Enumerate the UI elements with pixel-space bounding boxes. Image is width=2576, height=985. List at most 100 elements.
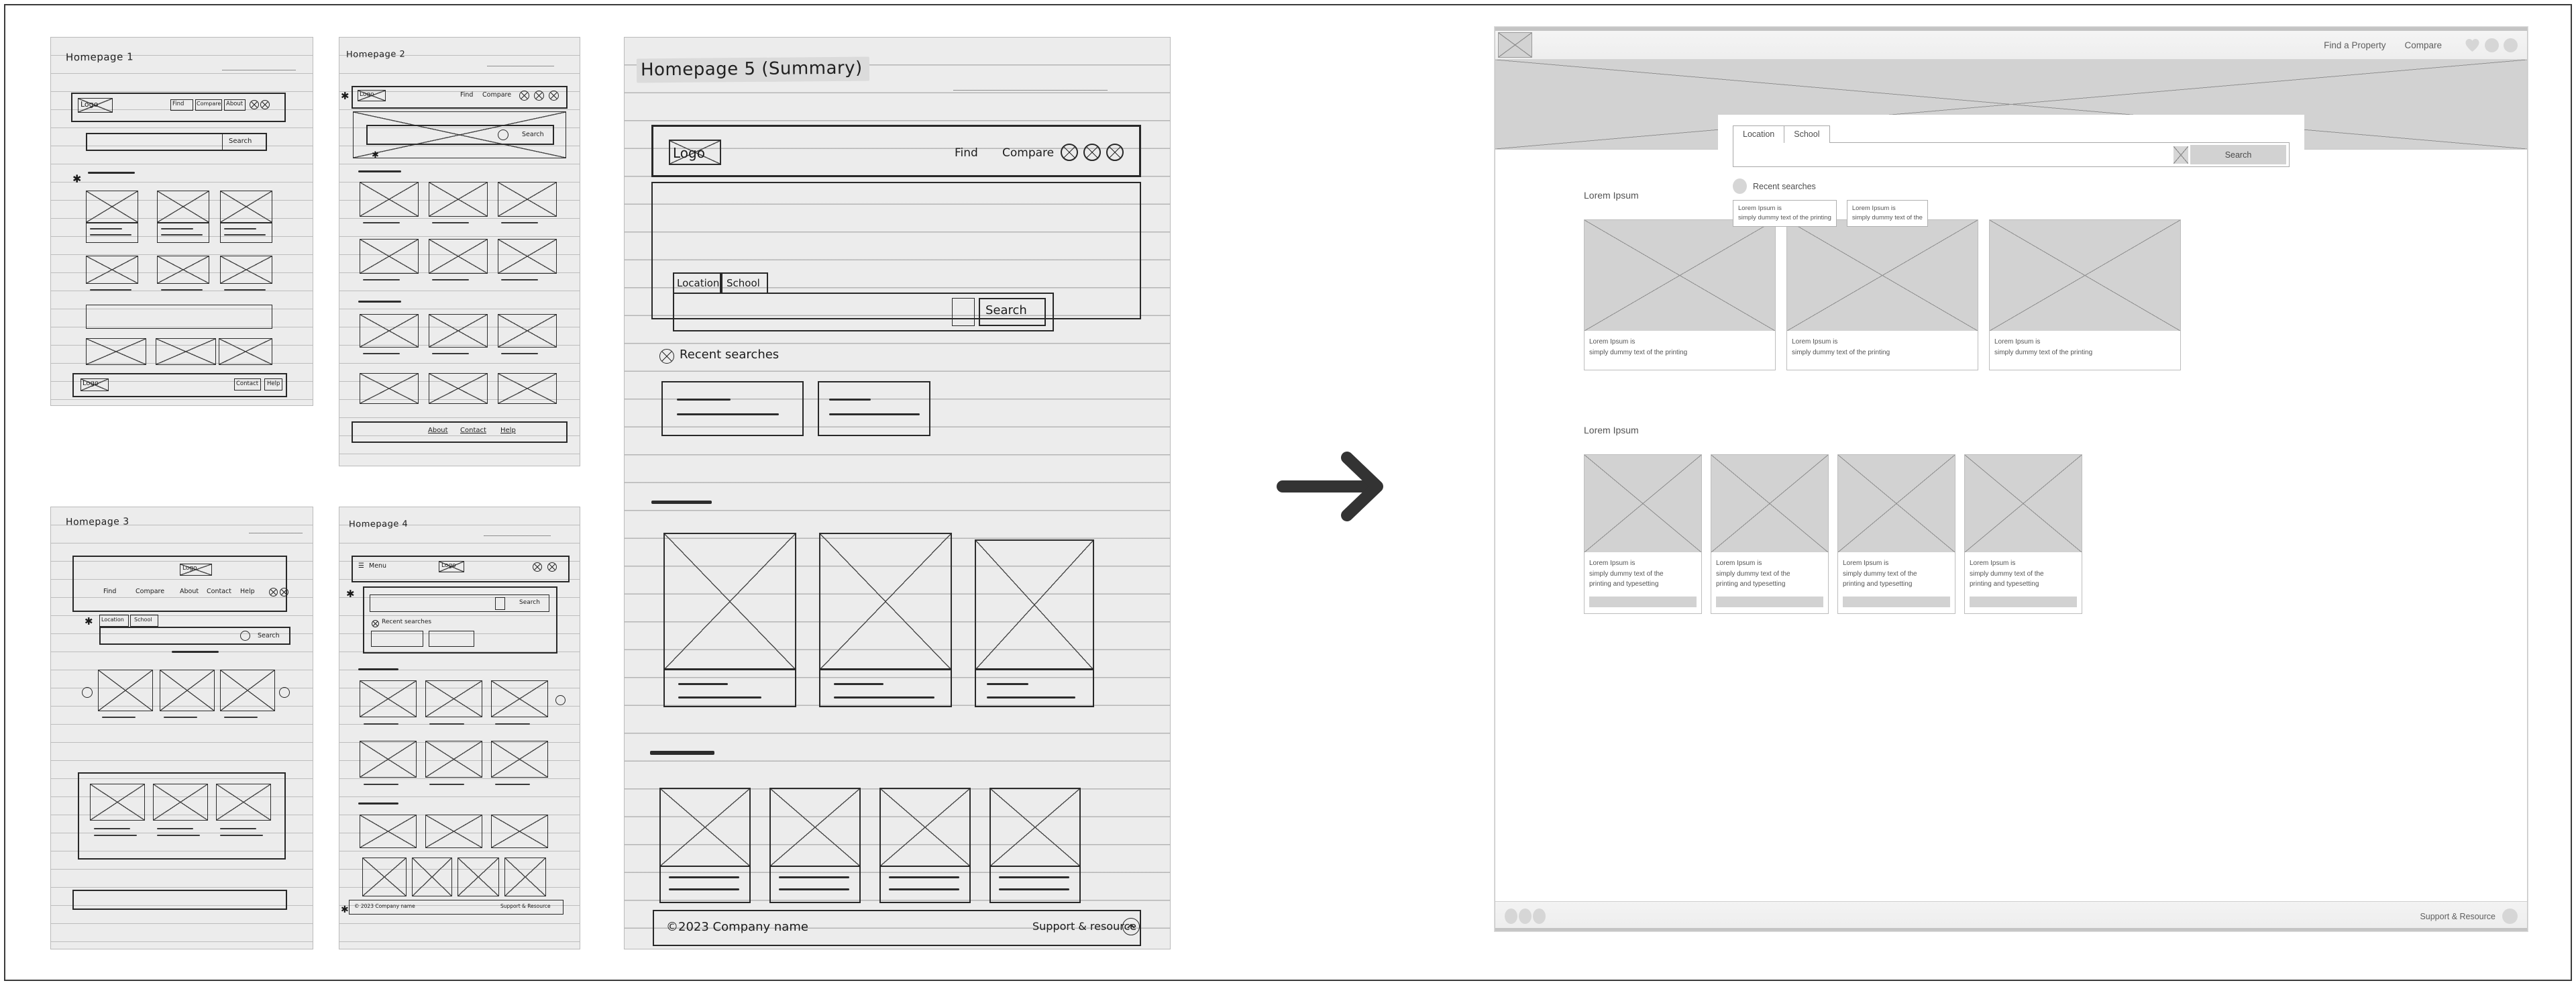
property-card[interactable]: Lorem Ipsum is simply dummy text of the … <box>1584 219 1776 370</box>
sketch-card-line <box>779 888 849 890</box>
sketch-card-image <box>360 741 417 778</box>
card-line-3: printing and typesetting <box>1970 580 2039 588</box>
card-action-bar[interactable] <box>1843 596 1950 607</box>
sketch-card-line <box>90 234 131 236</box>
sketch-card-line <box>161 234 203 236</box>
recent-search-chip[interactable]: Lorem Ipsum is simply dummy text of the … <box>1733 200 1837 227</box>
tab-school[interactable]: School <box>1784 125 1830 143</box>
x-circle-icon <box>547 562 557 572</box>
sketch-card-image <box>429 373 488 404</box>
sketch-star-marker: ✱ <box>341 91 350 102</box>
sketch-card-image <box>989 788 1081 867</box>
sketch-search-button-label: Search <box>229 138 252 145</box>
nav-find-a-property[interactable]: Find a Property <box>2324 40 2385 50</box>
sketch-card-image <box>663 533 796 670</box>
sketch-card-body <box>663 668 796 707</box>
sketch-card-image <box>425 680 482 717</box>
logo-placeholder-icon[interactable] <box>1498 32 1532 58</box>
sketch-star-marker: ✱ <box>341 904 349 915</box>
property-card[interactable]: Lorem Ipsum is simply dummy text of the … <box>1964 454 2082 614</box>
sketch-card-image <box>360 182 419 217</box>
clear-x-icon[interactable] <box>2174 146 2188 164</box>
property-card[interactable]: Lorem Ipsum is simply dummy text of the … <box>1786 219 1978 370</box>
sketch-logo-label: Logo <box>360 91 374 98</box>
sketch-card-line <box>432 279 469 280</box>
sketch-card-image <box>86 191 138 223</box>
sketch-card-body <box>769 866 861 903</box>
card-line-1: Lorem Ipsum is <box>1589 338 1635 346</box>
sketch-section-heading-line <box>650 751 714 755</box>
mockup-footer: Support & Resource <box>1495 901 2527 931</box>
sketch-card-body <box>819 668 952 707</box>
sketch-card-image <box>157 191 209 223</box>
sketch-sheet-homepage-4: Homepage 4 ☰ Menu Logo ✱ Search Recent s… <box>339 507 580 949</box>
property-card[interactable]: Lorem Ipsum is simply dummy text of the … <box>1711 454 1829 614</box>
sketch-card-line <box>157 828 193 829</box>
card-line-1: Lorem Ipsum is <box>1716 560 1762 567</box>
sketch-card-image <box>360 815 417 848</box>
sketch-card-image <box>160 670 215 711</box>
card-line-3: printing and typesetting <box>1589 580 1659 588</box>
social-circle-icon[interactable] <box>1533 909 1546 924</box>
tab-location[interactable]: Location <box>1733 125 1785 143</box>
header-icon-group <box>2465 38 2518 52</box>
footer-support-label[interactable]: Support & Resource <box>2420 912 2496 921</box>
sketch-search-button-label: Search <box>519 599 540 606</box>
bell-circle-icon <box>534 91 544 101</box>
sketch-footer-bar <box>72 890 287 910</box>
section-two: Lorem Ipsum Lorem Ipsum is simply dummy … <box>1584 425 2416 614</box>
wireframe-mockup-window: Find a Property Compare Location School <box>1495 27 2528 931</box>
sketch-nav-help-label: Help <box>240 588 255 595</box>
property-card[interactable]: Lorem Ipsum is simply dummy text of the … <box>1584 454 1702 614</box>
sketch-nav-find-label: Find <box>103 588 117 595</box>
sketch-chip-line <box>677 413 779 415</box>
sketch-annotation-scribble <box>484 535 551 536</box>
sketch-star-marker: ✱ <box>372 150 379 160</box>
sketch-footer-contact-label: Contact <box>236 380 259 387</box>
card-line-2: simply dummy text of the printing <box>1589 348 1688 356</box>
sketch-title-homepage-5: Homepage 5 (Summary) <box>636 56 869 83</box>
recent-search-chip[interactable]: Lorem Ipsum is simply dummy text of the <box>1846 200 1928 227</box>
user-circle-icon[interactable] <box>2504 38 2518 52</box>
sketch-recent-label: Recent searches <box>382 619 432 625</box>
chip-line-2: simply dummy text of the printing <box>1738 213 1831 221</box>
sketch-logo-label: Logo <box>441 562 456 569</box>
search-row: Search <box>1733 142 2290 167</box>
sketch-card-image <box>498 239 557 274</box>
sketch-card-line <box>102 717 136 718</box>
search-button[interactable]: Search <box>2190 145 2286 164</box>
sketch-card-line <box>224 234 266 236</box>
card-action-bar[interactable] <box>1716 596 1823 607</box>
sketch-card-image <box>220 256 272 284</box>
recent-searches-chips: Lorem Ipsum is simply dummy text of the … <box>1733 200 2290 227</box>
nav-compare[interactable]: Compare <box>2404 40 2442 50</box>
heart-icon[interactable] <box>2465 38 2480 52</box>
card-line-2: simply dummy text of the <box>1970 570 2044 578</box>
sketch-footer-bar <box>352 421 568 443</box>
property-card[interactable]: Lorem Ipsum is simply dummy text of the … <box>1989 219 2181 370</box>
sketch-sheet-homepage-3: Homepage 3 Logo Find Compare About Conta… <box>50 507 313 949</box>
sketch-nav-about-label: About <box>180 588 199 595</box>
sketch-card-image <box>86 338 146 365</box>
sketch-card-image <box>491 741 548 778</box>
card-line-1: Lorem Ipsum is <box>1843 560 1889 567</box>
property-card[interactable]: Lorem Ipsum is simply dummy text of the … <box>1837 454 1955 614</box>
social-circle-icon[interactable] <box>1505 909 1517 924</box>
support-circle-icon[interactable] <box>2502 909 2518 924</box>
footer-support: Support & Resource <box>2420 909 2518 924</box>
sketch-logo-label: Logo <box>80 100 99 109</box>
sketch-card-line <box>889 888 959 890</box>
sketch-card-image <box>157 256 209 284</box>
sketch-search-button-label: Search <box>985 303 1027 317</box>
bell-circle-icon[interactable] <box>2485 38 2499 52</box>
card-action-bar[interactable] <box>1589 596 1697 607</box>
sketch-card-image <box>220 191 272 223</box>
card-action-bar[interactable] <box>1970 596 2077 607</box>
social-circle-icon[interactable] <box>1519 909 1532 924</box>
sketch-card-line <box>834 683 883 685</box>
sketch-card-image <box>86 256 138 284</box>
carousel-next-icon <box>279 687 290 698</box>
sketch-card-line <box>363 279 400 280</box>
sketch-annotation-scribble <box>953 90 1108 91</box>
search-input[interactable] <box>1733 143 2174 166</box>
